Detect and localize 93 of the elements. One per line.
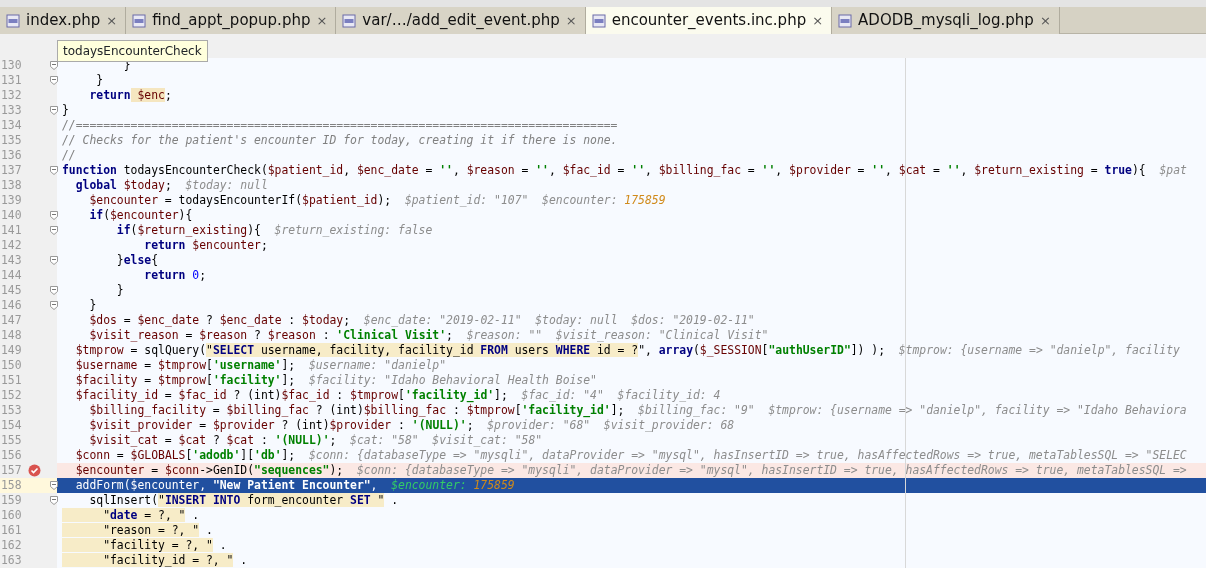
code-line: return 0;: [143, 268, 208, 283]
line-number: 137: [0, 163, 23, 178]
fold-icon[interactable]: [50, 76, 58, 85]
fold-icon[interactable]: [50, 256, 58, 265]
code-line: if($return_existing){ $return_existing: false: [115, 223, 434, 238]
line-number: 158: [0, 478, 23, 493]
code-line: function todaysEncounterCheck($patient_id, $enc_date = '', $reason = '', $fac_id = '', $billing_fac = '', $provider = '', $cat = '', $return_existing = true){ $pat: [61, 163, 1188, 178]
php-file-icon: [342, 13, 357, 28]
code-line: //===============================================================================: [61, 118, 619, 133]
file-tab[interactable]: ADODB_mysqli_log.php ×: [832, 7, 1060, 34]
line-number: 157: [0, 463, 23, 478]
code-line: }: [95, 73, 105, 88]
close-icon[interactable]: ×: [812, 10, 824, 31]
breakpoint-icon[interactable]: [28, 464, 41, 477]
code-line: $billing_facility = $billing_fac ? (int)$billing_fac : $tmprow['facility_id']; $billing_fac: "9" $tmprow: {username => "danielp", facility => "Idaho Behaviora: [88, 403, 1188, 418]
close-icon[interactable]: ×: [1039, 10, 1051, 31]
fold-icon[interactable]: [50, 166, 58, 175]
code-line: $visit_reason = $reason ? $reason : 'Clinical Visit'; $reason: "" $visit_reason: "Clinical Visit": [88, 328, 770, 343]
line-number: 152: [0, 388, 23, 403]
line-number: 144: [0, 268, 23, 283]
line-number: 134: [0, 118, 23, 133]
code-line: $facility = $tmprow['facility']; $facility: "Idaho Behavioral Health Boise": [74, 373, 598, 388]
close-icon[interactable]: ×: [565, 10, 577, 31]
php-file-icon: [838, 13, 853, 28]
line-number: 140: [0, 208, 23, 223]
file-tab[interactable]: index.php ×: [0, 7, 127, 34]
line-number: 146: [0, 298, 23, 313]
line-number: 142: [0, 238, 23, 253]
line-number: 145: [0, 283, 23, 298]
line-number: 153: [0, 403, 23, 418]
line-number: 147: [0, 313, 23, 328]
php-file-icon: [591, 13, 606, 28]
file-tab[interactable]: find_appt_popup.php ×: [126, 7, 337, 34]
code-line: $username = $tmprow['username']; $username: "danielp": [74, 358, 448, 373]
file-tab[interactable]: encounter_events.inc.php ×: [585, 7, 833, 34]
fold-icon[interactable]: [50, 496, 58, 505]
fold-icon[interactable]: [50, 286, 58, 295]
php-file-icon: [6, 13, 20, 28]
code-line: $visit_cat = $cat ? $cat : '(NULL)'; $cat: "58" $visit_cat: "58": [88, 433, 544, 448]
code-line: global $today; $today: null: [74, 178, 269, 193]
code-line: if($encounter){: [88, 208, 194, 223]
fold-icon[interactable]: [50, 106, 58, 115]
line-number: 156: [0, 448, 23, 463]
code-line: sqlInsert("INSERT INTO form_encounter SET " .: [88, 493, 400, 508]
line-number: 141: [0, 223, 23, 238]
line-number: 155: [0, 433, 23, 448]
code-line: //: [61, 148, 77, 163]
code-line: $dos = $enc_date ? $enc_date : $today; $enc_date: "2019-02-11" $today: null $dos: "2019-02-11": [88, 313, 756, 328]
line-number: 154: [0, 418, 23, 433]
fold-icon[interactable]: [50, 211, 58, 220]
code-line: return $encounter;: [143, 238, 269, 253]
fold-icon[interactable]: [50, 301, 58, 310]
line-number: 150: [0, 358, 23, 373]
line-number: 163: [0, 553, 23, 568]
line-number: 162: [0, 538, 23, 553]
php-file-icon: [132, 13, 147, 28]
code-line: "reason = ?, " .: [57, 523, 1206, 538]
code-line: $facility_id = $fac_id ? (int)$fac_id : $tmprow['facility_id']; $fac_id: "4" $facility_id: 4: [74, 388, 722, 403]
code-line: $tmprow = sqlQuery("SELECT username, facility, facility_id FROM users WHERE id = ?", array($_SESSION["authUserID"]) ); $tmprow: {username => "danielp", facility: [74, 343, 1181, 358]
close-icon[interactable]: ×: [106, 10, 118, 31]
line-number: 149: [0, 343, 23, 358]
line-number: 160: [0, 508, 23, 523]
line-number: 148: [0, 328, 23, 343]
code-line: $visit_provider = $provider ? (int)$provider : '(NULL)'; $provider: "68" $visit_provider: 68: [88, 418, 736, 433]
tooltip: todaysEncounterCheck: [57, 40, 208, 62]
code-line: $conn = $GLOBALS['adodb']['db']; $conn: {databaseType => "mysqli", dataProvider => "mysql", hasInsertID => true, hasAffectedRows => true, metaTablesSQL => "SELEC: [74, 448, 1188, 463]
line-number: 151: [0, 373, 23, 388]
code-line: }: [61, 103, 70, 118]
code-line: "facility = ?, " .: [57, 538, 1206, 553]
line-number: 133: [0, 103, 23, 118]
code-line: }else{: [115, 253, 160, 268]
line-number: 135: [0, 133, 23, 148]
line-number: 131: [0, 73, 23, 88]
code-line: "facility_id = ?, " .: [57, 553, 1206, 568]
code-line: "date = ?, " .: [57, 508, 1206, 523]
code-line: return $enc;: [88, 88, 173, 103]
file-tab[interactable]: var/…/add_edit_event.php ×: [336, 7, 586, 34]
code-line: }: [88, 298, 98, 313]
code-line: }: [115, 283, 125, 298]
line-number: 138: [0, 178, 23, 193]
line-number: 159: [0, 493, 23, 508]
code-line: // Checks for the patient's encounter ID for today, creating it if there is none.: [61, 133, 619, 148]
line-number: 132: [0, 88, 23, 103]
fold-icon[interactable]: [50, 481, 58, 490]
fold-icon[interactable]: [50, 226, 58, 235]
line-number: 136: [0, 148, 23, 163]
fold-icon[interactable]: [50, 61, 58, 70]
line-number: 130: [0, 58, 23, 73]
line-number: 143: [0, 253, 23, 268]
code-line: $encounter = todaysEncounterIf($patient_id); $patient_id: "107" $encounter: 175859: [88, 193, 667, 208]
close-icon[interactable]: ×: [316, 10, 328, 31]
line-number: 161: [0, 523, 23, 538]
line-number: 139: [0, 193, 23, 208]
